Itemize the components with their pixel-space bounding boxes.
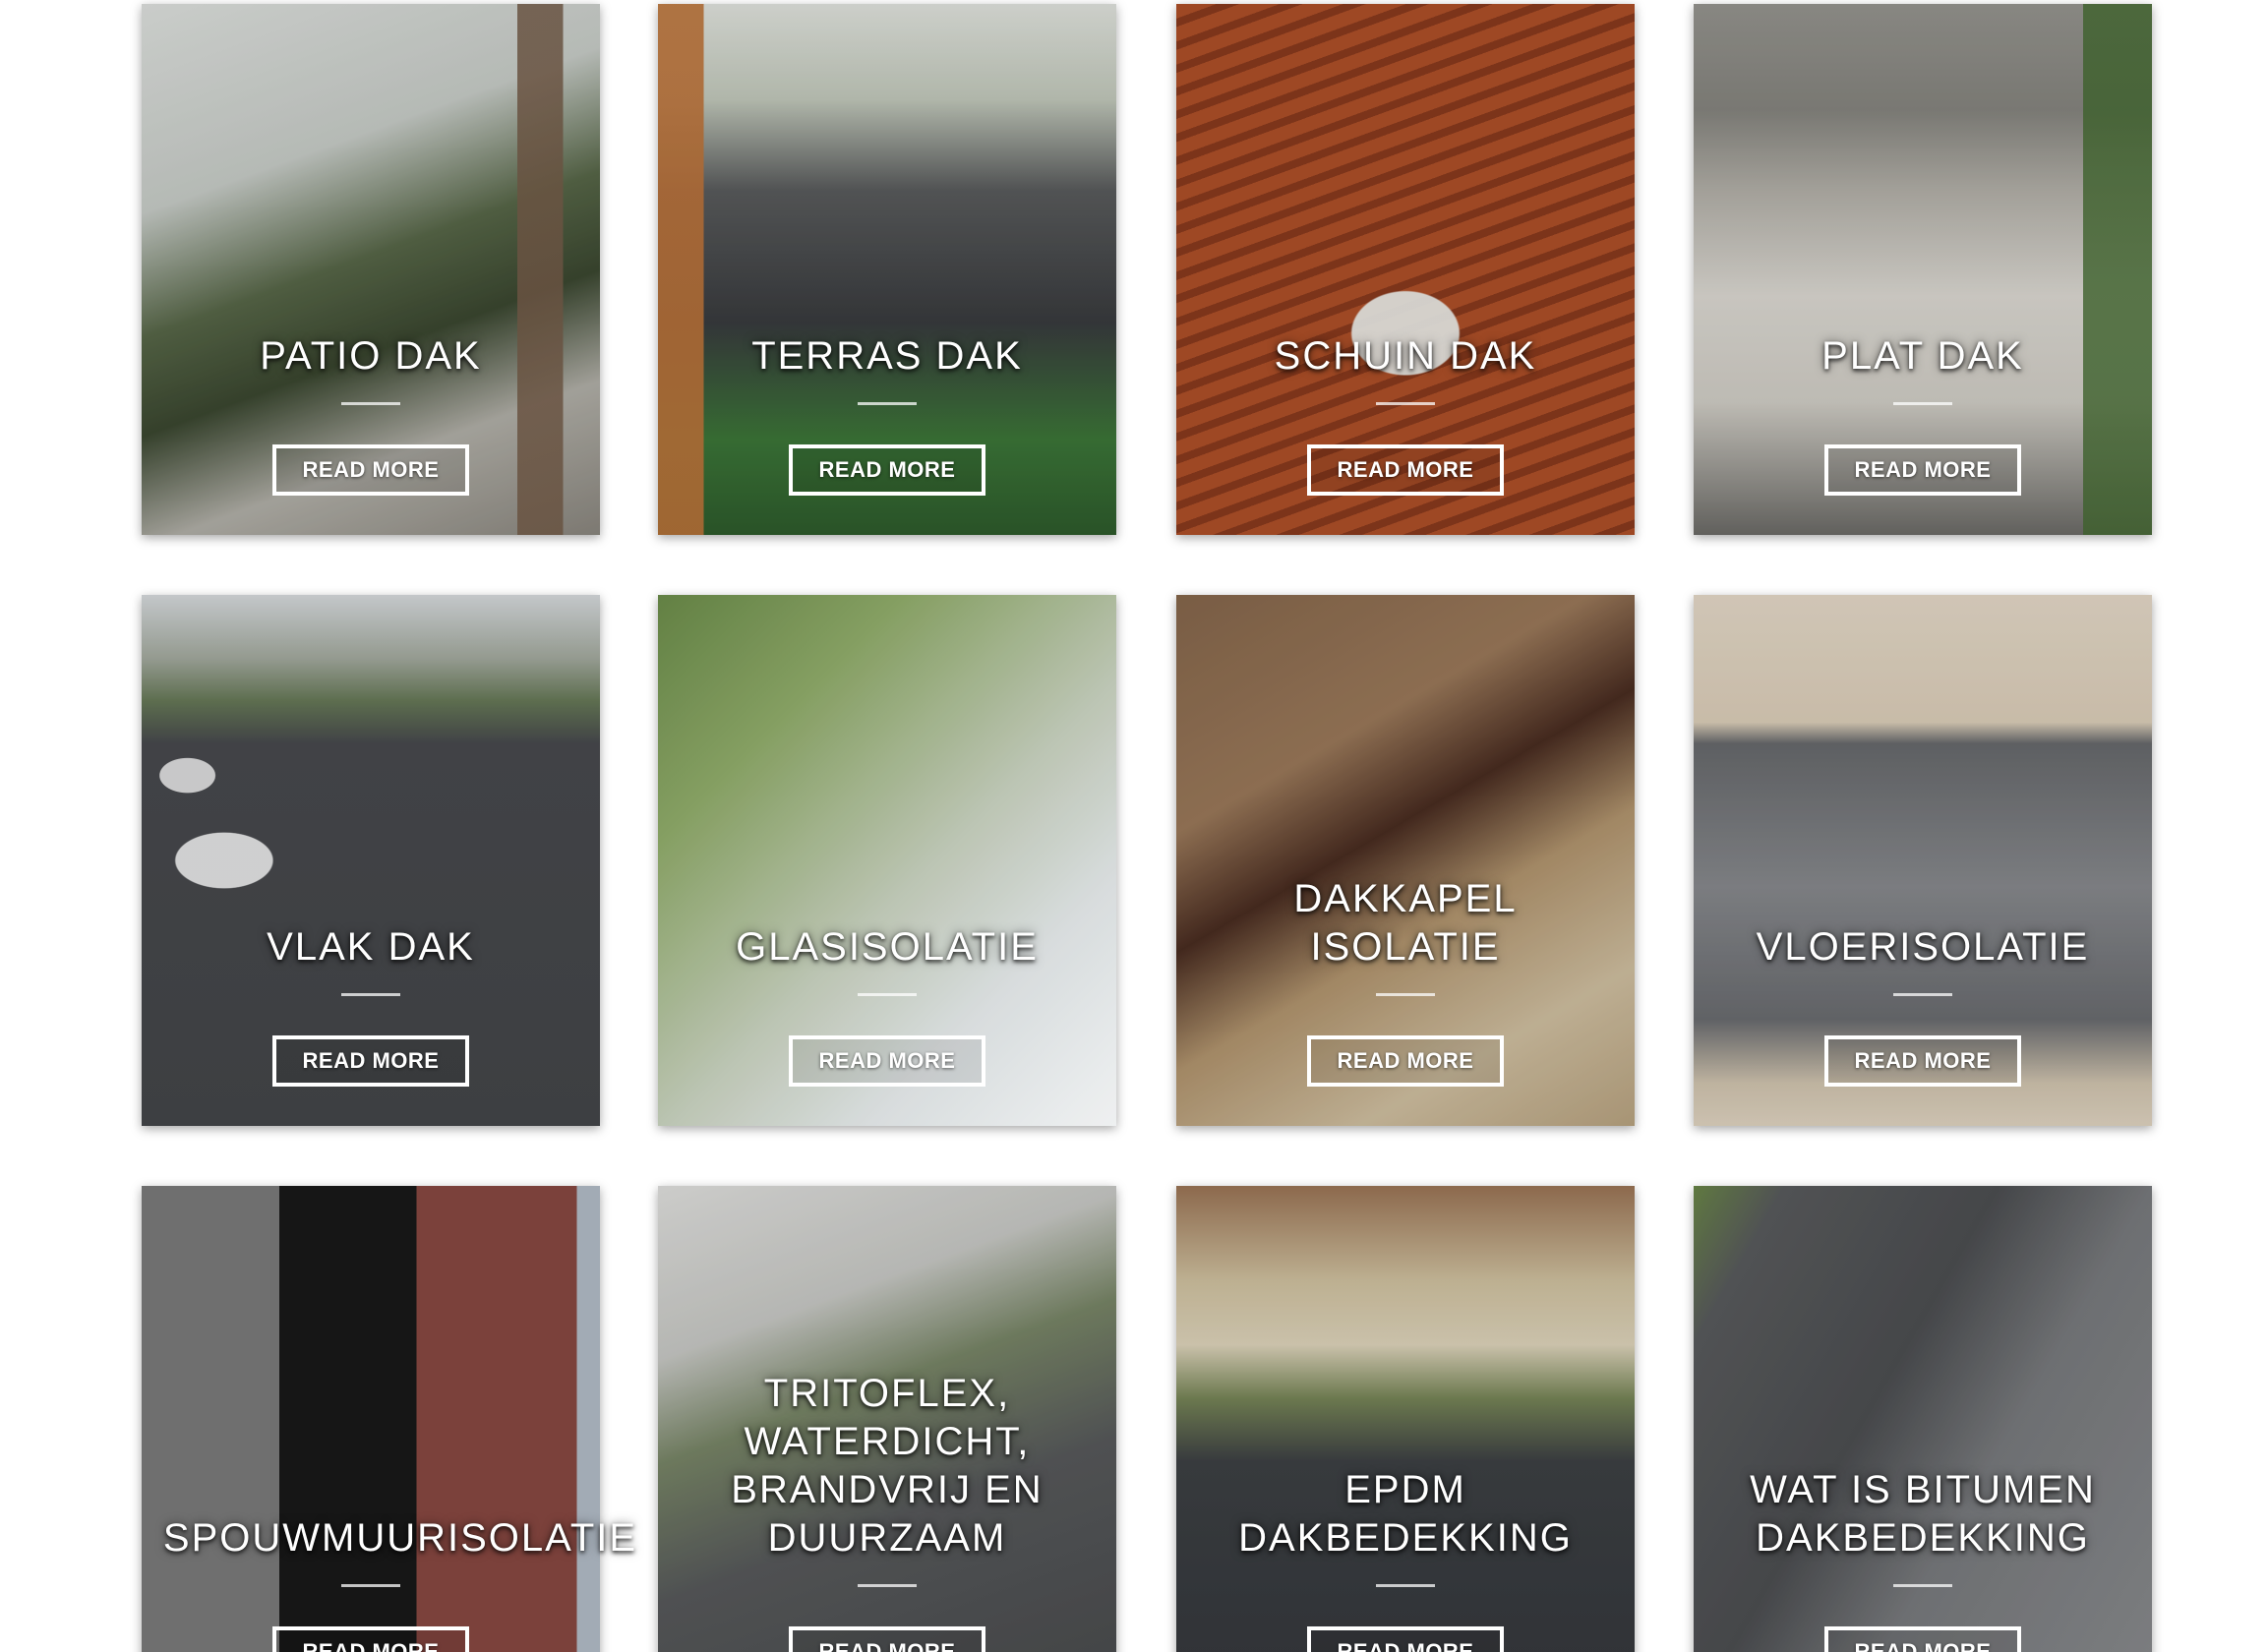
card-title: TERRAS DAK <box>751 334 1023 378</box>
card-title: GLASISOLATIE <box>736 925 1039 969</box>
title-divider <box>858 402 917 405</box>
card-title: EPDM DAKBEDEKKING <box>1238 1468 1573 1560</box>
card-title: VLAK DAK <box>267 925 475 969</box>
card-title: VLOERISOLATIE <box>1756 925 2090 969</box>
card-epdm-dakbedekking[interactable]: EPDM DAKBEDEKKING READ MORE <box>1176 1186 1635 1652</box>
card-spouwmuurisolatie[interactable]: SPOUWMUURISOLATIE READ MORE <box>142 1186 635 1652</box>
card-vloerisolatie[interactable]: VLOERISOLATIE READ MORE <box>1694 595 2152 1126</box>
card-title: PLAT DAK <box>1821 334 2024 378</box>
read-more-button[interactable]: READ MORE <box>1307 1035 1504 1087</box>
card-bitumen-dakbedekking[interactable]: WAT IS BITUMEN DAKBEDEKKING READ MORE <box>1694 1186 2152 1652</box>
title-divider <box>858 1584 917 1587</box>
read-more-button[interactable]: READ MORE <box>789 444 985 496</box>
card-glasisolatie[interactable]: GLASISOLATIE READ MORE <box>658 595 1116 1126</box>
read-more-button[interactable]: READ MORE <box>789 1626 985 1652</box>
card-dakkapel-isolatie[interactable]: DAKKAPEL ISOLATIE READ MORE <box>1176 595 1635 1126</box>
card-title: DAKKAPEL ISOLATIE <box>1293 877 1518 969</box>
title-divider <box>341 402 400 405</box>
read-more-button[interactable]: READ MORE <box>272 444 469 496</box>
read-more-button[interactable]: READ MORE <box>1307 1626 1504 1652</box>
title-divider <box>1893 993 1952 996</box>
card-tritoflex[interactable]: TRITOFLEX, WATERDICHT, BRANDVRIJ EN DUUR… <box>658 1186 1116 1652</box>
title-divider <box>1893 1584 1952 1587</box>
read-more-button[interactable]: READ MORE <box>1824 1035 2021 1087</box>
card-title: SCHUIN DAK <box>1274 334 1537 378</box>
card-vlak-dak[interactable]: VLAK DAK READ MORE <box>142 595 600 1126</box>
card-title: WAT IS BITUMEN DAKBEDEKKING <box>1750 1468 2096 1560</box>
service-card-grid: PATIO DAK READ MORE TERRAS DAK READ MORE… <box>0 0 2268 1652</box>
read-more-button[interactable]: READ MORE <box>1307 444 1504 496</box>
card-patio-dak[interactable]: PATIO DAK READ MORE <box>142 4 600 535</box>
read-more-button[interactable]: READ MORE <box>272 1035 469 1087</box>
read-more-button[interactable]: READ MORE <box>272 1626 469 1652</box>
title-divider <box>1893 402 1952 405</box>
card-title: PATIO DAK <box>260 334 482 378</box>
read-more-button[interactable]: READ MORE <box>1824 444 2021 496</box>
title-divider <box>1376 402 1435 405</box>
title-divider <box>858 993 917 996</box>
read-more-button[interactable]: READ MORE <box>789 1035 985 1087</box>
card-title: SPOUWMUURISOLATIE <box>162 1516 638 1560</box>
read-more-button[interactable]: READ MORE <box>1824 1626 2021 1652</box>
card-title: TRITOFLEX, WATERDICHT, BRANDVRIJ EN DUUR… <box>731 1372 1044 1560</box>
title-divider <box>1376 1584 1435 1587</box>
title-divider <box>341 993 400 996</box>
card-terras-dak[interactable]: TERRAS DAK READ MORE <box>658 4 1116 535</box>
title-divider <box>341 1584 400 1587</box>
title-divider <box>1376 993 1435 996</box>
card-schuin-dak[interactable]: SCHUIN DAK READ MORE <box>1176 4 1635 535</box>
card-plat-dak[interactable]: PLAT DAK READ MORE <box>1694 4 2152 535</box>
